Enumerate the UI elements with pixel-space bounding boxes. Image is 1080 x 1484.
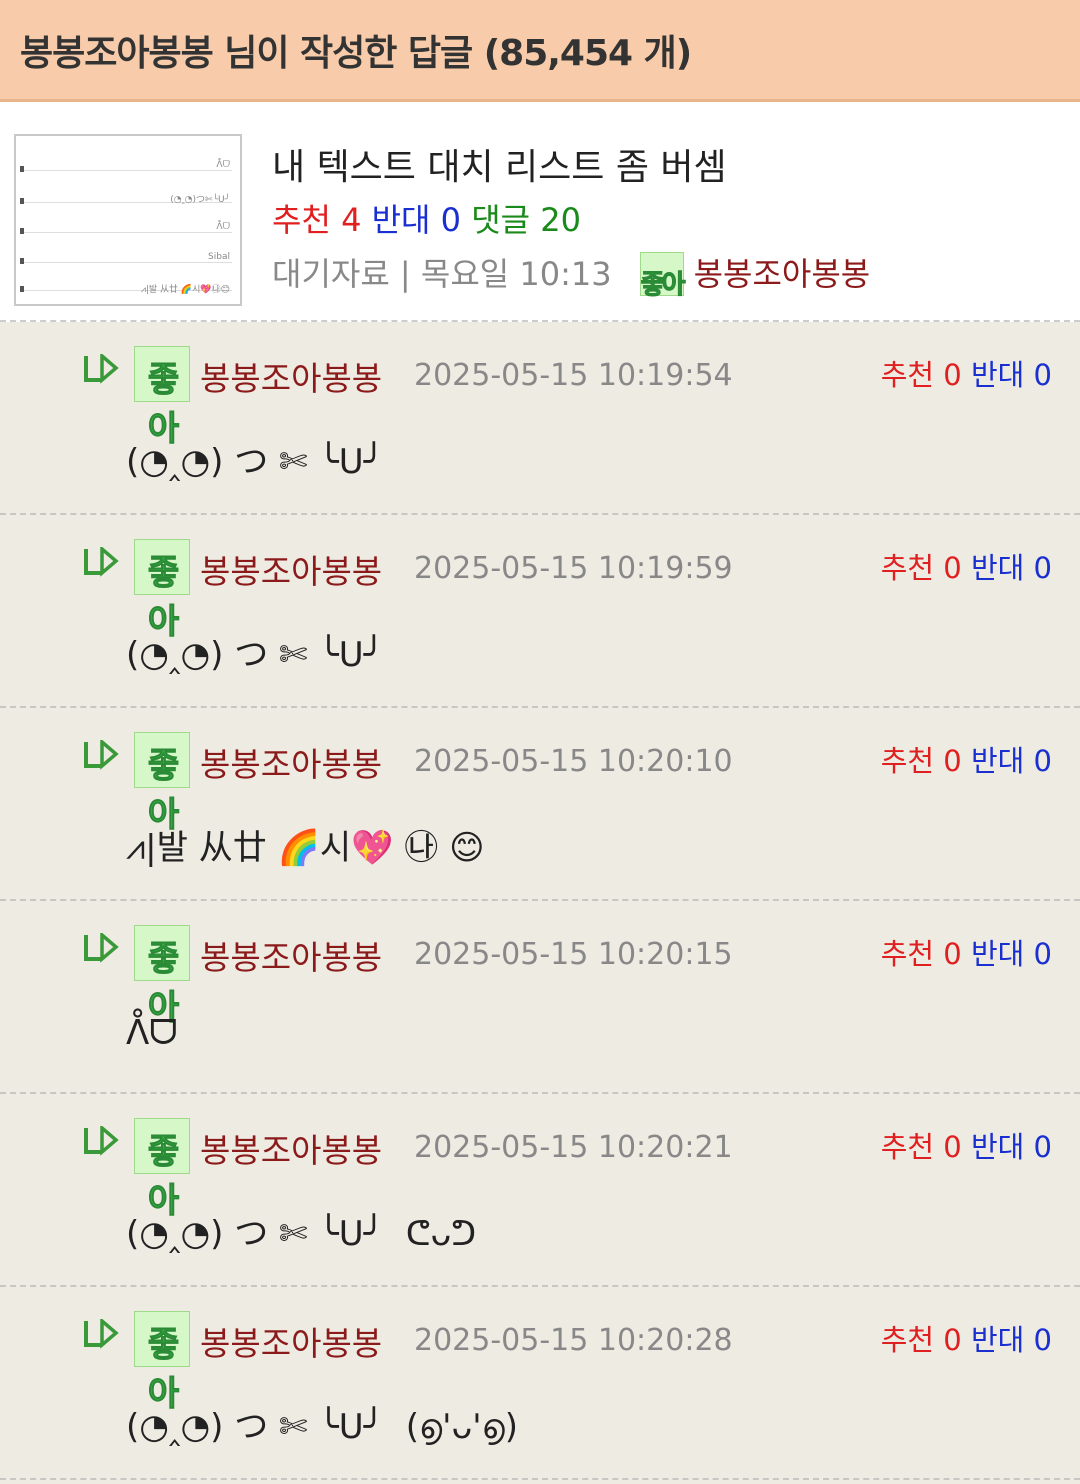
level-badge-icon: 좋아 bbox=[134, 1311, 190, 1415]
post-info: 내 텍스트 대치 리스트 좀 버셈 추천 4 반대 0 댓글 20 대기자료 |… bbox=[272, 142, 870, 302]
comment-body: (◔‸◔) つ ✄ ╰U╯ bbox=[126, 635, 385, 675]
comment-recommend-count: 0 bbox=[943, 1130, 962, 1164]
post-thumbnail[interactable]: ᐰᗜ (◔‸◔)つ✄╰U╯ ᐰᗜ Sibal ⩘|발 从廿 🌈시💖㉯😊 bbox=[14, 134, 242, 306]
comment-author[interactable]: 봉봉조아봉봉 bbox=[200, 738, 382, 786]
comment-author[interactable]: 봉봉조아봉봉 bbox=[200, 352, 382, 400]
comment-author[interactable]: 봉봉조아봉봉 bbox=[200, 1124, 382, 1172]
oppose-label: 반대 bbox=[371, 201, 431, 239]
recommend-count: 4 bbox=[341, 201, 362, 239]
comment-recommend-label[interactable]: 추천 bbox=[881, 358, 934, 392]
post-meta: 대기자료 | 목요일 10:13 좋아 봉봉조아봉봉 bbox=[272, 246, 870, 302]
comment-oppose-count: 0 bbox=[1033, 937, 1052, 971]
comment-oppose-count: 0 bbox=[1033, 1323, 1052, 1357]
comment-recommend-label[interactable]: 추천 bbox=[881, 937, 934, 971]
post-title[interactable]: 내 텍스트 대치 리스트 좀 버셈 bbox=[272, 142, 870, 194]
comment-oppose-count: 0 bbox=[1033, 744, 1052, 778]
comment-list: 좋아 봉봉조아봉봉 2025-05-15 10:19:54 추천 0 반대 0 (◔‸◔… bbox=[0, 322, 1080, 1480]
comment-body: (◔‸◔) つ ✄ ╰U╯ (൭'ᴗ'൭) bbox=[126, 1407, 519, 1447]
oppose-count: 0 bbox=[440, 201, 462, 239]
comment-body: ᐰᗜ bbox=[126, 1013, 178, 1053]
comment-oppose-label[interactable]: 반대 bbox=[971, 937, 1024, 971]
reply-arrow-icon bbox=[84, 1319, 119, 1349]
comment-item: 좋아 봉봉조아봉봉 2025-05-15 10:19:59 추천 0 반대 0 (◔‸◔… bbox=[0, 515, 1080, 708]
comment-body: (◔‸◔) つ ✄ ╰U╯ ᕦᴗᕤ bbox=[126, 1214, 477, 1254]
comment-oppose-count: 0 bbox=[1033, 358, 1052, 392]
comment-recommend-label[interactable]: 추천 bbox=[881, 551, 934, 585]
reply-arrow-icon bbox=[84, 933, 119, 963]
comment-recommend-label[interactable]: 추천 bbox=[881, 744, 934, 778]
page-title: 봉봉조아봉봉 님이 작성한 답글 (85,454 개) bbox=[20, 32, 692, 74]
comment-oppose-label[interactable]: 반대 bbox=[971, 358, 1024, 392]
post-category-time: 대기자료 | 목요일 10:13 bbox=[272, 255, 612, 293]
comment-oppose-label[interactable]: 반대 bbox=[971, 744, 1024, 778]
comment-date: 2025-05-15 10:20:28 bbox=[414, 1323, 733, 1358]
comment-recommend-count: 0 bbox=[943, 358, 962, 392]
post-author[interactable]: 봉봉조아봉봉 bbox=[694, 246, 871, 302]
post-card[interactable]: ᐰᗜ (◔‸◔)つ✄╰U╯ ᐰᗜ Sibal ⩘|발 从廿 🌈시💖㉯😊 내 텍스… bbox=[0, 102, 1080, 322]
comment-item: 좋아 봉봉조아봉봉 2025-05-15 10:20:10 추천 0 반대 0 ⩘|발 … bbox=[0, 708, 1080, 901]
comment-item: 좋아 봉봉조아봉봉 2025-05-15 10:20:21 추천 0 반대 0 (◔‸◔… bbox=[0, 1094, 1080, 1287]
level-badge-icon: 좋아 bbox=[134, 732, 190, 836]
comment-author[interactable]: 봉봉조아봉봉 bbox=[200, 1317, 382, 1365]
comment-label: 댓글 bbox=[471, 201, 531, 239]
comment-count: 20 bbox=[540, 201, 581, 239]
post-stats: 추천 4 반대 0 댓글 20 bbox=[272, 194, 870, 246]
level-badge-icon: 좋아 bbox=[134, 925, 190, 1029]
recommend-label: 추천 bbox=[272, 201, 331, 239]
comment-body: ⩘|발 从廿 🌈시💖 ㉯ 😊 bbox=[126, 828, 485, 868]
comment-recommend-count: 0 bbox=[943, 744, 962, 778]
comment-item: 좋아 봉봉조아봉봉 2025-05-15 10:19:54 추천 0 반대 0 (◔‸◔… bbox=[0, 322, 1080, 515]
comment-votes: 추천 0 반대 0 bbox=[881, 545, 1052, 587]
comment-oppose-label[interactable]: 반대 bbox=[971, 1130, 1024, 1164]
comment-oppose-count: 0 bbox=[1033, 551, 1052, 585]
comment-date: 2025-05-15 10:20:10 bbox=[414, 744, 733, 779]
comment-recommend-label[interactable]: 추천 bbox=[881, 1130, 934, 1164]
comment-oppose-count: 0 bbox=[1033, 1130, 1052, 1164]
comment-item: 좋아 봉봉조아봉봉 2025-05-15 10:20:15 추천 0 반대 0 ᐰᗜ bbox=[0, 901, 1080, 1094]
comment-oppose-label[interactable]: 반대 bbox=[971, 551, 1024, 585]
comment-recommend-count: 0 bbox=[943, 551, 962, 585]
comment-votes: 추천 0 반대 0 bbox=[881, 931, 1052, 973]
level-badge-icon: 좋아 bbox=[639, 252, 686, 301]
comment-votes: 추천 0 반대 0 bbox=[881, 1317, 1052, 1359]
reply-arrow-icon bbox=[84, 740, 119, 770]
comment-recommend-label[interactable]: 추천 bbox=[881, 1323, 934, 1357]
level-badge-icon: 좋아 bbox=[134, 346, 190, 450]
comment-recommend-count: 0 bbox=[943, 937, 962, 971]
comment-date: 2025-05-15 10:20:15 bbox=[414, 937, 733, 972]
comment-votes: 추천 0 반대 0 bbox=[881, 738, 1052, 780]
level-badge-icon: 좋아 bbox=[134, 539, 190, 643]
comment-oppose-label[interactable]: 반대 bbox=[971, 1323, 1024, 1357]
comment-author[interactable]: 봉봉조아봉봉 bbox=[200, 931, 382, 979]
comment-recommend-count: 0 bbox=[943, 1323, 962, 1357]
reply-arrow-icon bbox=[84, 547, 119, 577]
reply-arrow-icon bbox=[84, 354, 119, 384]
comment-votes: 추천 0 반대 0 bbox=[881, 352, 1052, 394]
comment-votes: 추천 0 반대 0 bbox=[881, 1124, 1052, 1166]
comment-author[interactable]: 봉봉조아봉봉 bbox=[200, 545, 382, 593]
comment-date: 2025-05-15 10:19:54 bbox=[414, 358, 733, 393]
reply-arrow-icon bbox=[84, 1126, 119, 1156]
comment-item: 좋아 봉봉조아봉봉 2025-05-15 10:20:28 추천 0 반대 0 (◔‸◔… bbox=[0, 1287, 1080, 1480]
comment-body: (◔‸◔) つ ✄ ╰U╯ bbox=[126, 442, 385, 482]
level-badge-icon: 좋아 bbox=[134, 1118, 190, 1222]
comment-date: 2025-05-15 10:19:59 bbox=[414, 551, 733, 586]
comment-date: 2025-05-15 10:20:21 bbox=[414, 1130, 733, 1165]
page-header: 봉봉조아봉봉 님이 작성한 답글 (85,454 개) bbox=[0, 0, 1080, 102]
